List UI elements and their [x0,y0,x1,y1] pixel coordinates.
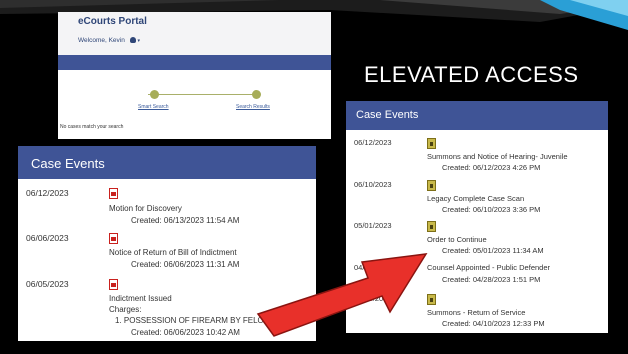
event-title[interactable]: Notice of Return of Bill of Indictment [109,248,237,257]
event-title[interactable]: Legacy Complete Case Scan [427,194,524,203]
caret-down-icon: ▾ [137,38,140,44]
event-created: Created: 06/06/2023 11:31 AM [131,260,240,269]
pdf-icon[interactable] [109,233,118,244]
lock-icon[interactable] [427,221,436,232]
pdf-icon[interactable] [109,188,118,199]
user-icon [129,37,136,43]
smart-search-link[interactable]: Smart Search [138,104,169,110]
charges-label: Charges: [109,305,142,314]
step-2-dot [252,90,261,99]
event-title[interactable]: Indictment Issued [109,294,172,303]
slide-title: ELEVATED ACCESS [364,62,579,87]
event-created: Created: 06/12/2023 4:26 PM [442,163,541,172]
event-date: 06/12/2023 [354,138,392,147]
welcome-user-menu[interactable]: Welcome, Kevin ▾ [78,37,140,44]
portal-nav-bar [58,55,331,70]
pdf-icon[interactable] [109,279,118,290]
case-events-header: Case Events [18,146,316,179]
event-created: Created: 06/06/2023 10:42 AM [131,328,240,337]
event-created: Created: 05/01/2023 11:34 AM [442,246,544,255]
step-connector [148,94,258,95]
event-date: 06/05/2023 [26,279,69,289]
ecourts-portal-screenshot: eCourts Portal Welcome, Kevin ▾ Smart Se… [58,12,331,139]
search-results-link[interactable]: Search Results [236,104,270,110]
event-date: 05/01/2023 [354,221,392,230]
event-created: Created: 04/28/2023 1:51 PM [442,275,541,284]
event-title[interactable]: Counsel Appointed - Public Defender [427,263,550,272]
event-created: Created: 06/13/2023 11:54 AM [131,216,240,225]
no-cases-message: No cases match your search [60,124,124,130]
red-arrow-icon [256,253,428,337]
welcome-label: Welcome, Kevin [78,37,125,44]
event-date: 06/06/2023 [26,233,69,243]
portal-title: eCourts Portal [78,16,147,27]
event-date: 06/10/2023 [354,180,392,189]
portal-header: eCourts Portal Welcome, Kevin ▾ [58,12,331,70]
step-1-dot [150,90,159,99]
lock-icon[interactable] [427,138,436,149]
event-date: 06/12/2023 [26,188,69,198]
event-created: Created: 06/10/2023 3:36 PM [442,205,541,214]
case-events-header: Case Events [346,101,608,130]
lock-icon[interactable] [427,180,436,191]
event-created: Created: 04/10/2023 12:33 PM [442,319,545,328]
search-steps: Smart Search Search Results [58,88,331,112]
event-title[interactable]: Summons - Return of Service [427,308,525,317]
event-title[interactable]: Summons and Notice of Hearing- Juvenile [427,152,568,161]
event-title[interactable]: Motion for Discovery [109,204,182,213]
